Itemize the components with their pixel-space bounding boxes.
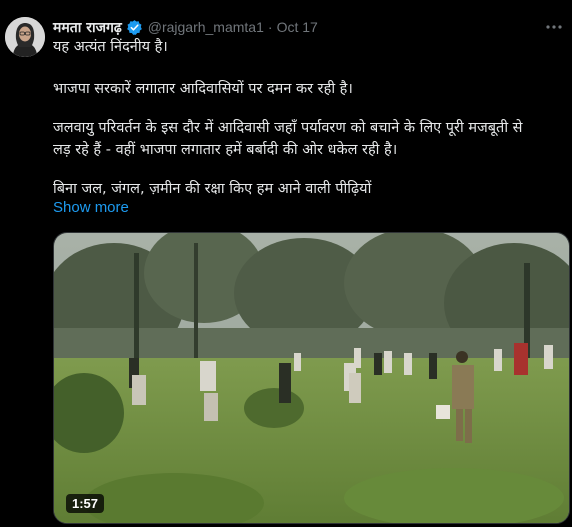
tweet-text-line-1: यह अत्यंत निंदनीय है। bbox=[53, 39, 168, 55]
separator-dot: · bbox=[267, 19, 273, 35]
tweet-card[interactable]: ममता राजगढ़ @rajgarh_mamta1 · Oct 17 यह … bbox=[0, 0, 572, 527]
tweet-text-line-4: लड़ रहे हैं - वहीं भाजपा लगातार हमें बर्… bbox=[53, 142, 398, 158]
tweet-text-line-5: बिना जल, जंगल, ज़मीन की रक्षा किए हम आने… bbox=[53, 181, 372, 197]
author-handle[interactable]: @rajgarh_mamta1 bbox=[148, 19, 264, 35]
tweet-text-line-3: जलवायु परिवर्तन के इस दौर में आदिवासी जह… bbox=[53, 120, 523, 136]
video-player[interactable]: 1:57 bbox=[53, 232, 570, 524]
tweet-date[interactable]: Oct 17 bbox=[277, 19, 318, 35]
avatar[interactable] bbox=[5, 17, 45, 57]
more-options-icon[interactable] bbox=[544, 17, 564, 37]
video-thumbnail bbox=[54, 233, 569, 523]
video-duration: 1:57 bbox=[66, 494, 105, 513]
tweet-header: ममता राजगढ़ @rajgarh_mamta1 · Oct 17 bbox=[53, 17, 318, 37]
tweet-text-line-2: भाजपा सरकारें लगातार आदिवासियों पर दमन क… bbox=[53, 81, 353, 97]
show-more-link[interactable]: Show more bbox=[53, 199, 129, 216]
author-name[interactable]: ममता राजगढ़ bbox=[53, 18, 122, 37]
verified-badge-icon bbox=[126, 19, 143, 36]
